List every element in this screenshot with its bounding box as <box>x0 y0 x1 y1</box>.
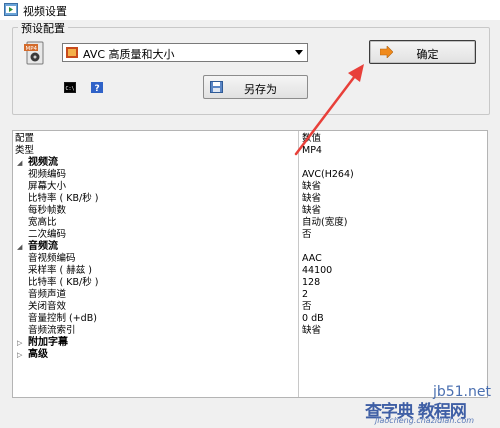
table-row[interactable]: 宽高比 自动(宽度) <box>13 217 487 229</box>
table-row[interactable]: 类型 MP4 <box>13 145 487 157</box>
table-row[interactable]: 屏幕大小 缺省 <box>13 181 487 193</box>
collapse-icon[interactable]: ◢ <box>17 241 22 253</box>
film-icon <box>66 47 78 58</box>
expand-icon[interactable]: ▷ <box>17 349 22 361</box>
property-name: 采样率 ( 赫兹 ) <box>28 265 92 276</box>
property-value[interactable]: 缺省 <box>302 205 321 217</box>
table-row[interactable]: 比特率 ( KB/秒 ) 128 <box>13 277 487 289</box>
property-value[interactable]: MP4 <box>302 145 322 157</box>
table-row[interactable]: 采样率 ( 赫兹 ) 44100 <box>13 265 487 277</box>
svg-text:?: ? <box>95 84 100 93</box>
save-as-button-label: 另存为 <box>244 83 277 96</box>
table-header-row: 配置 数值 <box>13 133 487 145</box>
section-audio[interactable]: ◢ 音频流 <box>13 241 487 253</box>
save-as-button[interactable]: 另存为 <box>203 75 308 99</box>
property-name: 音频流索引 <box>28 325 76 336</box>
window-title: 视频设置 <box>23 5 67 18</box>
video-settings-icon <box>4 3 18 16</box>
property-value[interactable]: 128 <box>302 277 320 289</box>
property-value[interactable]: 否 <box>302 229 312 241</box>
property-value[interactable]: 自动(宽度) <box>302 217 347 229</box>
table-row[interactable]: 音频流索引 缺省 <box>13 325 487 337</box>
property-value[interactable]: 缺省 <box>302 181 321 193</box>
table-row[interactable]: 音频声道 2 <box>13 289 487 301</box>
property-value[interactable]: 0 dB <box>302 313 324 325</box>
section-label: 音频流 <box>28 241 58 252</box>
preset-select[interactable]: AVC 高质量和大小 <box>62 43 308 62</box>
property-name: 比特率 ( KB/秒 ) <box>28 193 99 204</box>
svg-text:C:\: C:\ <box>66 86 75 92</box>
preset-select-value: AVC 高质量和大小 <box>83 48 175 61</box>
property-value[interactable]: 2 <box>302 289 308 301</box>
help-icon[interactable]: ? <box>91 82 103 93</box>
section-advanced[interactable]: ▷ 高级 <box>13 349 487 361</box>
ok-button-label: 确定 <box>416 48 439 61</box>
property-name: 音量控制 (+dB) <box>28 313 97 324</box>
table-row[interactable]: 每秒帧数 缺省 <box>13 205 487 217</box>
property-name: 宽高比 <box>28 217 57 228</box>
header-value[interactable]: 数值 <box>302 133 321 145</box>
property-name: 比特率 ( KB/秒 ) <box>28 277 99 288</box>
chevron-down-icon[interactable] <box>295 50 303 55</box>
watermark: jb51.net 查字典 教程网 jiaocheng.chazidian.com <box>365 384 497 426</box>
property-value[interactable]: 缺省 <box>302 325 321 337</box>
property-name: 音视频编码 <box>28 253 76 264</box>
preset-group-label: 预设配置 <box>18 20 68 36</box>
property-value[interactable]: 否 <box>302 301 312 313</box>
table-row[interactable]: 二次编码 否 <box>13 229 487 241</box>
table-row[interactable]: 比特率 ( KB/秒 ) 缺省 <box>13 193 487 205</box>
property-value[interactable]: AVC(H264) <box>302 169 354 181</box>
property-name: 二次编码 <box>28 229 67 240</box>
table-row[interactable]: 音视频编码 AAC <box>13 253 487 265</box>
table-row[interactable]: 音量控制 (+dB) 0 dB <box>13 313 487 325</box>
svg-text:MP4: MP4 <box>26 46 38 52</box>
property-name: 音频声道 <box>28 289 67 300</box>
collapse-icon[interactable]: ◢ <box>17 157 22 169</box>
cmd-icon[interactable]: C:\ <box>64 82 76 93</box>
table-row[interactable]: 关闭音效 否 <box>13 301 487 313</box>
property-name: 类型 <box>15 145 35 156</box>
property-name: 视频编码 <box>28 169 67 180</box>
section-label: 高级 <box>28 349 48 360</box>
property-value[interactable]: 缺省 <box>302 193 321 205</box>
title-bar: 视频设置 <box>0 0 500 20</box>
ok-button[interactable]: 确定 <box>369 40 476 64</box>
property-value[interactable]: AAC <box>302 253 322 265</box>
section-label: 附加字幕 <box>28 337 68 348</box>
property-name: 屏幕大小 <box>28 181 67 192</box>
section-video[interactable]: ◢ 视频流 <box>13 157 487 169</box>
property-grid[interactable]: 配置 数值 类型 MP4 ◢ 视频流 视频编码 AVC(H264) 屏幕大小 缺… <box>12 130 488 398</box>
property-name: 关闭音效 <box>28 301 67 312</box>
section-label: 视频流 <box>28 157 58 168</box>
header-config[interactable]: 配置 <box>15 133 34 145</box>
property-name: 每秒帧数 <box>28 205 67 216</box>
property-value[interactable]: 44100 <box>302 265 332 277</box>
expand-icon[interactable]: ▷ <box>17 337 22 349</box>
section-subtitles[interactable]: ▷ 附加字幕 <box>13 337 487 349</box>
watermark-url: jiaocheng.chazidian.com <box>375 416 475 425</box>
table-row[interactable]: 视频编码 AVC(H264) <box>13 169 487 181</box>
mp4-file-icon: MP4 <box>24 41 44 65</box>
